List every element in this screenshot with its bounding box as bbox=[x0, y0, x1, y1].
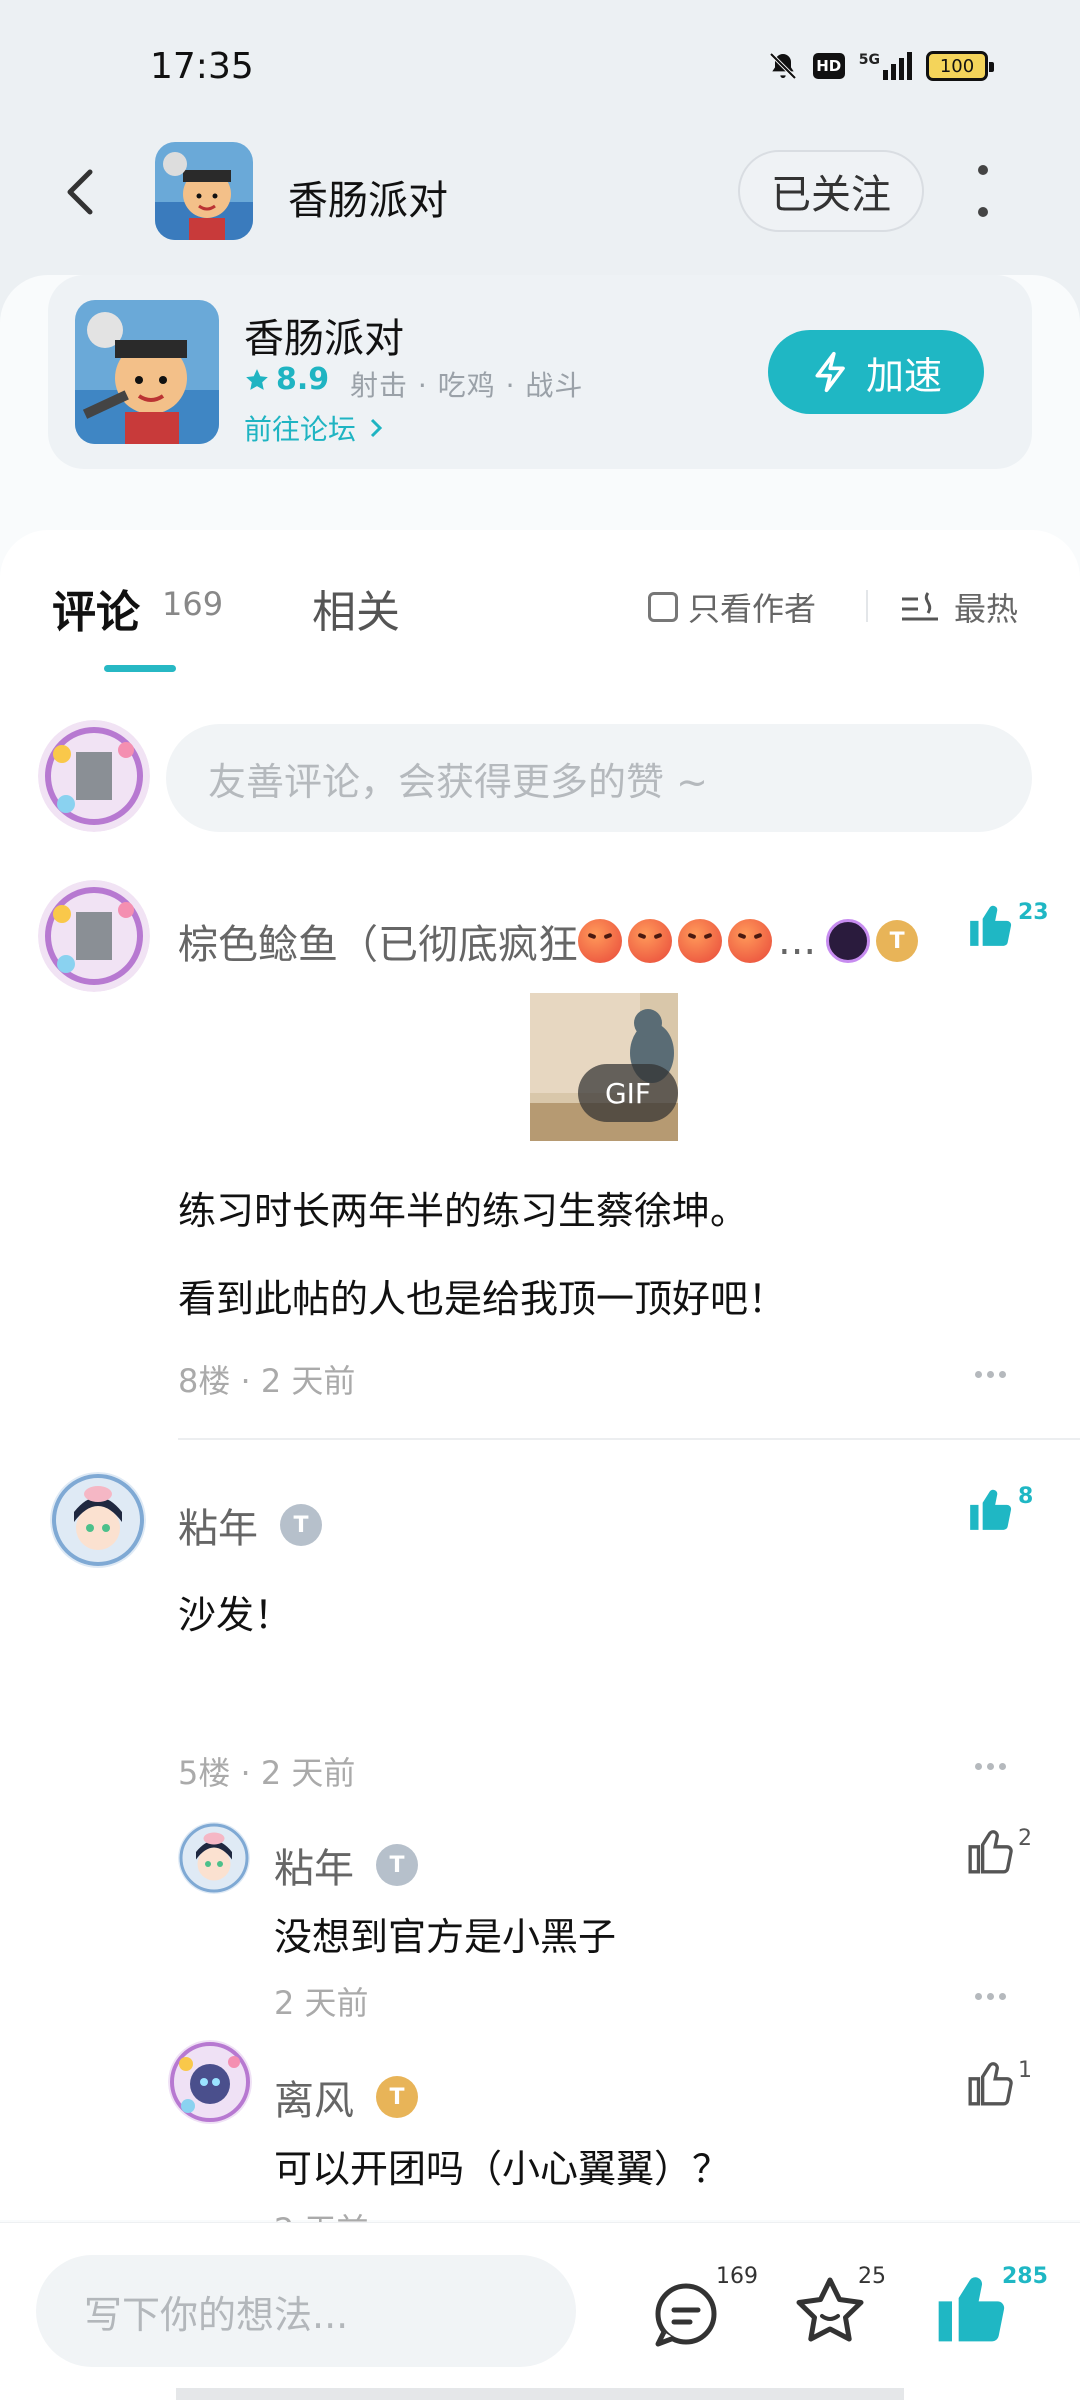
tab-comments[interactable]: 评论 bbox=[52, 576, 140, 640]
thumb-up-outline-icon bbox=[968, 1830, 1013, 1874]
level-badge-icon: T bbox=[280, 1504, 322, 1546]
angry-emoji-icon bbox=[628, 919, 672, 963]
checkbox-icon bbox=[648, 592, 678, 622]
chevron-right-icon bbox=[370, 418, 383, 438]
forum-link[interactable]: 前往论坛 bbox=[244, 408, 387, 448]
forum-link-label: 前往论坛 bbox=[244, 413, 357, 446]
name-ellipsis: ... bbox=[778, 918, 817, 964]
navigation-hint-bar bbox=[176, 2388, 904, 2400]
hd-icon: HD bbox=[812, 53, 845, 79]
status-icons: HD 5G 100 bbox=[767, 50, 994, 82]
thumb-up-outline-icon bbox=[968, 2062, 1013, 2106]
like-count: 1 bbox=[1018, 2058, 1032, 2083]
status-bar: 17:35 HD 5G 100 bbox=[0, 0, 1080, 135]
like-button[interactable]: 23 bbox=[966, 900, 1049, 950]
comment-count: 169 bbox=[716, 2264, 758, 2289]
reply-author[interactable]: 粘年 bbox=[274, 1836, 354, 1894]
tab-indicator bbox=[104, 665, 176, 672]
status-time: 17:35 bbox=[150, 46, 254, 87]
like-count: 8 bbox=[1018, 1484, 1034, 1509]
medal-badge-icon bbox=[826, 919, 871, 963]
tab-related[interactable]: 相关 bbox=[312, 576, 400, 640]
reply-text: 可以开团吗（小心翼翼）？ bbox=[274, 2147, 731, 2191]
tab-comments-count: 169 bbox=[162, 585, 224, 623]
bottom-comment-input[interactable]: 写下你的想法... bbox=[36, 2255, 576, 2367]
reply-meta: 2 天前 bbox=[274, 1984, 369, 2022]
level-badge-icon: T bbox=[376, 1844, 418, 1886]
like-button[interactable]: 2 bbox=[966, 1826, 1032, 1876]
game-logo-small[interactable] bbox=[155, 142, 253, 240]
more-horizontal-icon[interactable] bbox=[975, 1992, 1009, 2000]
level-badge-icon: T bbox=[876, 920, 919, 962]
angry-emoji-icon bbox=[678, 919, 722, 963]
my-avatar[interactable] bbox=[38, 720, 150, 832]
bell-off-icon bbox=[769, 52, 797, 80]
comment-author-row: 粘年 T bbox=[178, 1496, 322, 1554]
game-title: 香肠派对 bbox=[244, 316, 404, 362]
more-horizontal-icon[interactable] bbox=[975, 1370, 1009, 1378]
comment-author[interactable]: 粘年 bbox=[178, 1496, 258, 1554]
sort-hot-icon bbox=[902, 592, 938, 621]
angry-emoji-icon bbox=[728, 919, 772, 963]
reply-author-row: 粘年 T bbox=[274, 1836, 418, 1894]
header-title: 香肠派对 bbox=[288, 178, 448, 224]
avatar[interactable] bbox=[168, 2040, 252, 2124]
comment-author-row: 棕色鲶鱼（已彻底疯狂 ... T bbox=[178, 912, 919, 970]
reply-author[interactable]: 离风 bbox=[274, 2068, 354, 2126]
gif-badge: GIF bbox=[578, 1064, 678, 1122]
like-count: 285 bbox=[1002, 2264, 1048, 2289]
angry-emoji-icon bbox=[578, 919, 622, 963]
battery-level: 100 bbox=[939, 55, 975, 77]
thumb-up-filled-icon bbox=[970, 1489, 1012, 1530]
only-author-label: 只看作者 bbox=[688, 590, 817, 628]
avatar[interactable] bbox=[178, 1822, 250, 1894]
game-tags: 射击 · 吃鸡 · 战斗 bbox=[350, 369, 584, 402]
divider bbox=[178, 1438, 1080, 1440]
follow-button[interactable]: 已关注 bbox=[738, 150, 924, 232]
sort-toggle[interactable]: 最热 bbox=[900, 584, 1018, 630]
reply-author-row: 离风 T bbox=[274, 2068, 418, 2126]
like-button[interactable]: 8 bbox=[966, 1484, 1033, 1534]
avatar[interactable] bbox=[38, 880, 150, 992]
boost-button[interactable]: 加速 bbox=[768, 330, 984, 414]
more-horizontal-icon[interactable] bbox=[975, 1762, 1009, 1770]
game-logo bbox=[75, 300, 219, 444]
boost-label: 加速 bbox=[865, 353, 942, 398]
comment-input[interactable]: 友善评论，会获得更多的赞 ~ bbox=[166, 724, 1032, 832]
comment-text: 沙发！ bbox=[178, 1593, 293, 1637]
like-count: 23 bbox=[1018, 900, 1049, 925]
network-label: 5G bbox=[858, 52, 880, 68]
thumb-up-filled-icon bbox=[970, 905, 1012, 946]
favorite-count: 25 bbox=[858, 2264, 886, 2289]
comment-meta: 8楼 · 2 天前 bbox=[178, 1362, 356, 1400]
only-author-toggle[interactable]: 只看作者 bbox=[648, 584, 816, 630]
lightning-icon bbox=[815, 351, 845, 393]
comment-author[interactable]: 棕色鲶鱼（已彻底疯狂 bbox=[178, 912, 578, 970]
star-icon bbox=[246, 368, 268, 390]
like-count: 2 bbox=[1018, 1826, 1032, 1851]
sort-label: 最热 bbox=[954, 590, 1019, 628]
rating-value: 8.9 bbox=[276, 362, 330, 397]
reply-text: 没想到官方是小黑子 bbox=[274, 1915, 617, 1959]
comment-text-line: 练习时长两年半的练习生蔡徐坤。 bbox=[178, 1189, 749, 1233]
more-options-icon[interactable] bbox=[975, 165, 991, 217]
comment-text-line: 看到此帖的人也是给我顶一顶好吧！ bbox=[178, 1277, 787, 1321]
divider-vertical bbox=[866, 590, 868, 622]
back-arrow-icon[interactable] bbox=[52, 162, 112, 222]
signal-icon: 5G bbox=[859, 52, 912, 80]
avatar[interactable] bbox=[50, 1472, 146, 1568]
game-rating: 8.9 bbox=[244, 362, 329, 397]
battery-icon: 100 bbox=[926, 51, 994, 81]
comment-meta: 5楼 · 2 天前 bbox=[178, 1754, 356, 1792]
level-badge-icon: T bbox=[376, 2076, 418, 2118]
thumb-up-filled-icon bbox=[938, 2277, 1005, 2342]
like-post-button[interactable] bbox=[932, 2268, 1012, 2352]
like-button[interactable]: 1 bbox=[966, 2058, 1032, 2108]
